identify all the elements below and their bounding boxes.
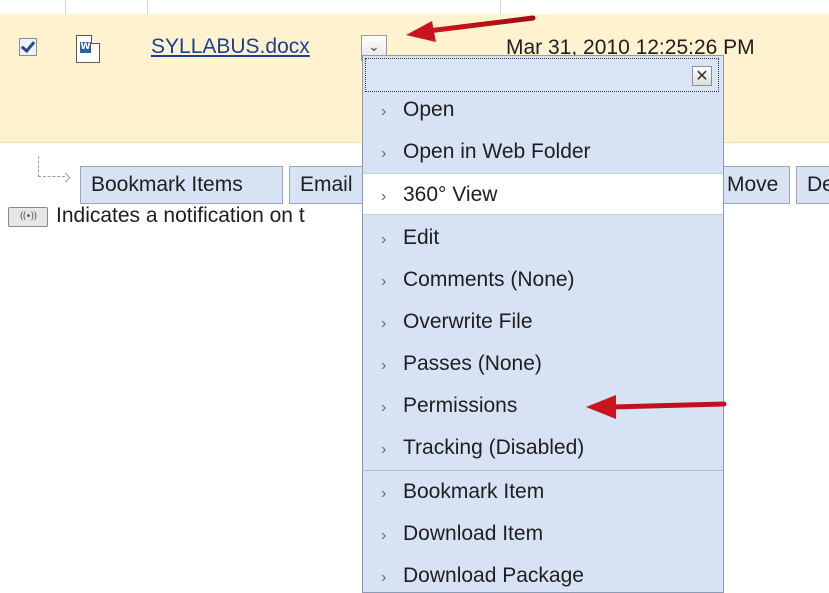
menu-item-comments[interactable]: › Comments (None) [363,259,723,301]
menu-title-bar: ✕ [365,58,719,92]
chevron-right-icon: › [381,273,387,290]
menu-item-passes[interactable]: › Passes (None) [363,343,723,385]
chevron-right-icon: › [381,441,387,458]
menu-item-360-view[interactable]: › 360° View [363,173,723,215]
menu-item-label: Download Package [403,564,584,587]
menu-item-label: Bookmark Item [403,480,545,503]
menu-item-edit[interactable]: › Edit [363,217,723,259]
chevron-right-icon: › [381,315,387,332]
select-checkbox[interactable] [19,38,37,56]
chevron-right-icon: › [381,399,387,416]
chevron-right-icon: › [381,188,387,205]
column-divider [65,0,66,14]
menu-item-label: Permissions [403,394,518,417]
menu-item-overwrite-file[interactable]: › Overwrite File [363,301,723,343]
menu-item-download-item[interactable]: › Download Item [363,513,723,555]
notification-icon: ((•)) [8,207,48,227]
chevron-right-icon: › [381,527,387,544]
chevron-right-icon: › [381,103,387,120]
file-name-link[interactable]: SYLLABUS.docx [151,35,310,59]
chevron-right-icon: › [381,145,387,162]
chevron-right-icon: › [381,357,387,374]
chevron-right-icon: › [381,569,387,586]
menu-item-label: Passes (None) [403,352,542,375]
table-header-strip [0,0,829,15]
menu-item-label: Edit [403,226,440,249]
menu-item-label: 360° View [403,183,498,206]
menu-item-label: Tracking (Disabled) [403,436,585,459]
tree-connector-icon [38,156,65,177]
column-divider [500,0,501,14]
item-context-menu: ✕ › Open › Open in Web Folder › 360° View ›… [362,55,724,593]
chevron-right-icon: › [381,485,387,502]
word-doc-icon: W [76,35,100,63]
menu-item-permissions[interactable]: › Permissions [363,385,723,427]
email-button[interactable]: Email [289,166,364,204]
menu-item-download-package[interactable]: › Download Package [363,555,723,592]
menu-item-label: Open [403,98,455,121]
bookmark-items-button[interactable]: Bookmark Items [80,166,283,204]
menu-item-bookmark-item[interactable]: › Bookmark Item [363,471,723,513]
menu-item-label: Overwrite File [403,310,533,333]
menu-item-label: Open in Web Folder [403,140,591,163]
close-icon[interactable]: ✕ [692,66,712,86]
chevron-right-icon: › [381,231,387,248]
menu-item-tracking[interactable]: › Tracking (Disabled) [363,427,723,469]
column-divider [147,0,148,14]
menu-item-open[interactable]: › Open [363,89,723,131]
notification-legend-text: Indicates a notification on t [56,204,305,227]
delete-button[interactable]: De [796,166,829,204]
menu-item-open-in-web-folder[interactable]: › Open in Web Folder [363,131,723,173]
menu-item-label: Comments (None) [403,268,575,291]
menu-item-label: Download Item [403,522,544,545]
